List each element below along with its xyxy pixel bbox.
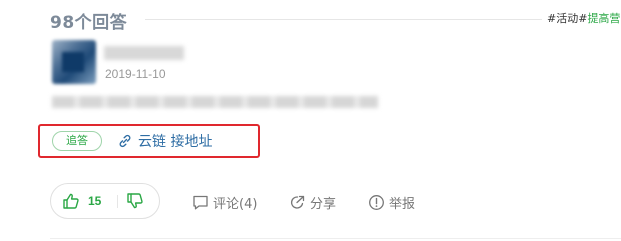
vote-divider (117, 195, 118, 208)
answer-date: 2019-11-10 (105, 67, 166, 81)
avatar[interactable] (52, 40, 96, 84)
link-icon (119, 134, 131, 148)
username-blurred[interactable] (104, 46, 184, 60)
answer-content-blurred (52, 96, 378, 108)
report-label: 举报 (389, 196, 416, 212)
report-button[interactable]: 举报 (368, 192, 415, 212)
comment-icon (193, 195, 208, 209)
thumbs-up-icon (63, 193, 79, 209)
topic-tags: #活动#提高营 (547, 10, 620, 26)
report-icon (369, 194, 384, 210)
answers-page: 98个回答 #活动#提高营 2019-11-10 追答 云链 接地址 15 评论… (0, 0, 621, 241)
cloud-link[interactable]: 云链 接地址 (117, 132, 212, 150)
upvote-count: 15 (88, 194, 102, 208)
bottom-divider (50, 238, 621, 239)
cloud-link-label: 云链 接地址 (138, 134, 213, 150)
share-icon (290, 195, 305, 209)
comment-label: 评论(4) (213, 196, 258, 212)
upvote-button[interactable]: 15 (62, 191, 101, 211)
topic-activity-tag[interactable]: #活动# (547, 12, 587, 25)
answers-count-title: 98个回答 (50, 13, 128, 33)
share-label: 分享 (310, 196, 337, 212)
share-button[interactable]: 分享 (289, 192, 336, 212)
topic-more-tag[interactable]: 提高营 (587, 12, 620, 25)
avatar-image (62, 52, 84, 72)
comment-button[interactable]: 评论(4) (192, 192, 257, 212)
thumbs-down-icon[interactable] (126, 192, 144, 210)
follow-up-tag[interactable]: 追答 (52, 131, 102, 151)
header-divider (145, 19, 542, 20)
